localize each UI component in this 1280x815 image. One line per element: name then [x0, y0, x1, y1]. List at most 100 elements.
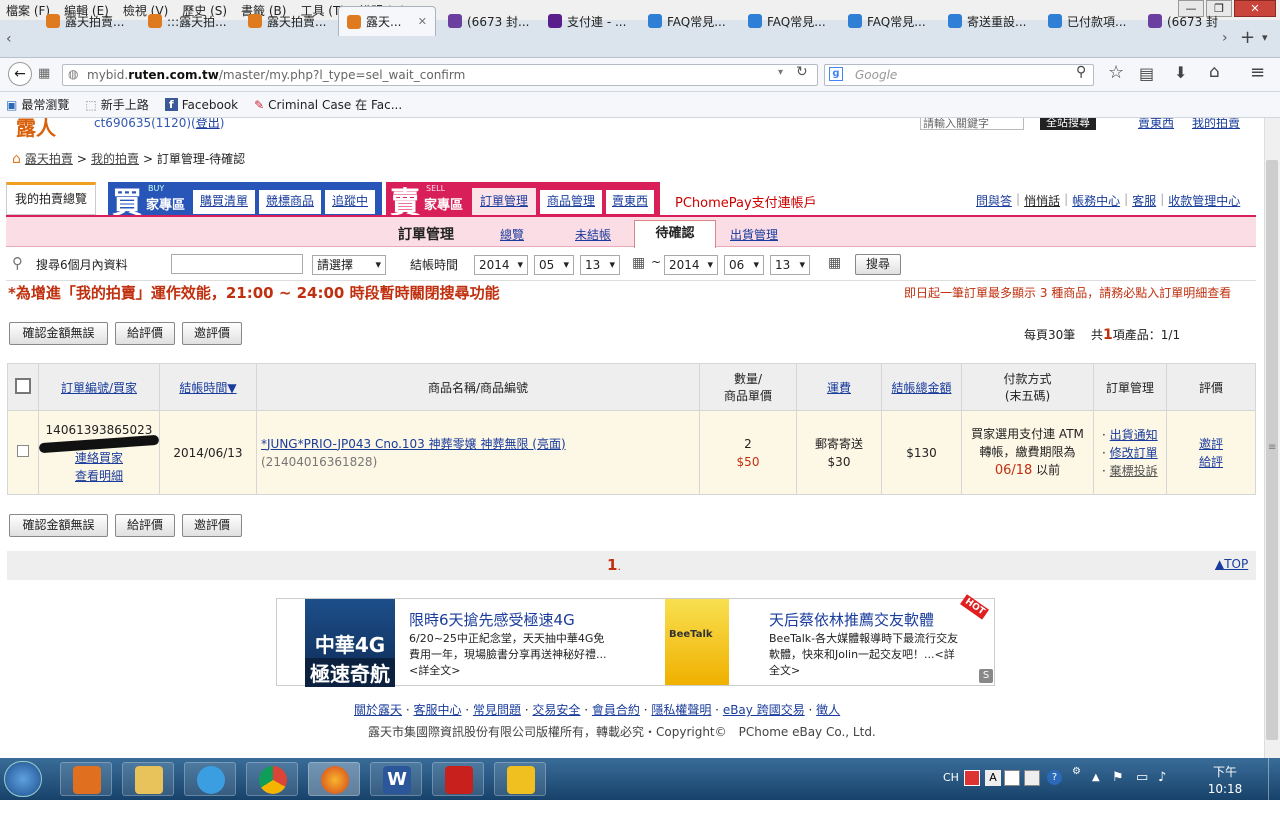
- subtab-unpaid[interactable]: 未結帳: [575, 226, 611, 243]
- help-icon[interactable]: ?: [1047, 770, 1062, 785]
- browser-tab[interactable]: 露天拍賣...: [240, 6, 332, 36]
- footer-privacy[interactable]: 隱私權聲明: [651, 703, 711, 717]
- subtab-pending-confirm[interactable]: 待確認: [634, 220, 716, 248]
- url-dropdown-icon[interactable]: ▾: [778, 67, 783, 78]
- footer-jobs[interactable]: 徵人: [816, 703, 840, 717]
- browser-tab[interactable]: (6673 封...: [440, 6, 536, 36]
- home-icon[interactable]: ⌂: [1209, 62, 1220, 82]
- bookmark-new-user[interactable]: ⬚ 新手上路: [85, 96, 148, 113]
- site-search-button[interactable]: 全站搜尋: [1040, 118, 1096, 130]
- tab-product-management[interactable]: 商品管理: [540, 190, 602, 214]
- qa-link[interactable]: 問與答: [976, 192, 1012, 209]
- col-order-buyer[interactable]: 訂單編號/買家: [38, 363, 160, 411]
- reading-list-icon[interactable]: ▤: [1139, 64, 1154, 83]
- col-checkout-time[interactable]: 結帳時間▼: [159, 363, 257, 411]
- browser-tab[interactable]: 支付連 - ...: [540, 6, 636, 36]
- taskbar-ie[interactable]: [184, 762, 236, 796]
- subtab-overview[interactable]: 總覽: [500, 226, 524, 243]
- footer-faq[interactable]: 常見問題: [473, 703, 521, 717]
- footer-ebay[interactable]: eBay 跨國交易: [723, 703, 805, 717]
- give-rating-button[interactable]: 給評價: [115, 322, 175, 345]
- product-link[interactable]: *JUNG*PRIO-JP043 Cno.103 神葬零嬢 神葬無限 (亮面): [261, 437, 566, 451]
- invite-rating-button[interactable]: 邀評價: [182, 322, 242, 345]
- ship-notice-link[interactable]: 出貨通知: [1110, 428, 1158, 442]
- footer-terms[interactable]: 會員合約: [592, 703, 640, 717]
- bookmark-most-visited[interactable]: ▣ 最常瀏覽: [6, 96, 69, 113]
- google-icon[interactable]: g: [829, 67, 843, 81]
- calendar-icon[interactable]: ▦: [828, 255, 841, 271]
- pchome-pay-link[interactable]: PChomePay支付連帳戶: [675, 192, 817, 211]
- footer-service[interactable]: 客服中心: [413, 703, 461, 717]
- tab-list-icon[interactable]: ▾: [1262, 31, 1268, 44]
- tray-expand-icon[interactable]: ▲: [1092, 772, 1100, 783]
- tab-sell-item[interactable]: 賣東西: [606, 190, 654, 214]
- browser-tab[interactable]: 寄送重設...: [940, 6, 1036, 36]
- close-window-button[interactable]: ✕: [1234, 0, 1276, 17]
- abandon-complaint-link[interactable]: 棄標投訴: [1110, 464, 1158, 478]
- tab-tracking[interactable]: 追蹤中: [325, 190, 375, 214]
- taskbar-firefox[interactable]: [308, 762, 360, 796]
- browser-tab[interactable]: FAQ常見...: [840, 6, 936, 36]
- sell-link[interactable]: 賣東西: [1138, 118, 1174, 131]
- browser-tab[interactable]: 露天... ✕: [338, 6, 436, 36]
- site-search-input[interactable]: 請輸入關鍵字: [920, 118, 1024, 130]
- taskbar-ruten-app[interactable]: [494, 762, 546, 796]
- account-center-link[interactable]: 帳務中心: [1072, 192, 1120, 209]
- confirm-amount-button[interactable]: 確認金額無誤: [9, 322, 108, 345]
- taskbar-clock[interactable]: 下午 10:18 2014/6/13: [1194, 764, 1256, 815]
- tab-order-management[interactable]: 訂單管理: [472, 188, 536, 215]
- whisper-link[interactable]: 悄悄話: [1024, 192, 1060, 209]
- back-button[interactable]: ←: [8, 62, 32, 86]
- col-shipping[interactable]: 運費: [796, 363, 882, 411]
- close-tab-icon[interactable]: ✕: [418, 15, 427, 28]
- ad2-title[interactable]: 天后蔡依林推薦交友軟體: [769, 609, 934, 630]
- tab-bidding[interactable]: 競標商品: [259, 190, 321, 214]
- browser-tab[interactable]: FAQ常見...: [640, 6, 734, 36]
- footer-about[interactable]: 關於露天: [354, 703, 402, 717]
- bookmark-star-icon[interactable]: ☆: [1108, 62, 1124, 83]
- invite-rating-button-bottom[interactable]: 邀評價: [182, 514, 242, 537]
- from-month-select[interactable]: 05: [534, 255, 574, 275]
- calendar-icon[interactable]: ▦: [632, 255, 645, 271]
- browser-tab[interactable]: FAQ常見...: [740, 6, 836, 36]
- input-language[interactable]: CH: [943, 771, 959, 784]
- volume-icon[interactable]: ♪: [1158, 770, 1166, 785]
- new-tab-icon[interactable]: +: [1240, 27, 1255, 48]
- search-input[interactable]: Google: [824, 64, 1094, 86]
- search-button[interactable]: 搜尋: [855, 254, 901, 275]
- download-icon[interactable]: ⬇: [1174, 63, 1187, 82]
- ime-width-icon[interactable]: [1004, 770, 1020, 786]
- browser-tab[interactable]: (6673 封: [1140, 6, 1220, 36]
- my-bid-link[interactable]: 我的拍賣: [1192, 118, 1240, 131]
- browser-tab[interactable]: :::露天拍...: [140, 6, 234, 36]
- give-rating-button-bottom[interactable]: 給評價: [115, 514, 175, 537]
- windows-start-icon[interactable]: [4, 761, 42, 797]
- show-desktop-button[interactable]: [1268, 758, 1280, 800]
- ime-mode-icon[interactable]: A: [985, 770, 1001, 786]
- give-rating-link[interactable]: 給評: [1199, 455, 1223, 469]
- taskbar-explorer[interactable]: [122, 762, 174, 796]
- keyword-input[interactable]: [171, 254, 303, 274]
- taskbar-media-player[interactable]: [60, 762, 112, 796]
- from-year-select[interactable]: 2014: [474, 255, 528, 275]
- bookmark-facebook[interactable]: f Facebook: [164, 98, 238, 112]
- breadcrumb-home[interactable]: 露天拍賣: [25, 150, 73, 167]
- tab-scroll-right-icon[interactable]: ›: [1222, 30, 1228, 46]
- contact-buyer-link[interactable]: 連絡買家: [75, 451, 123, 465]
- row-checkbox[interactable]: [17, 445, 29, 457]
- action-center-flag-icon[interactable]: ⚑: [1112, 770, 1124, 785]
- browser-tab[interactable]: 已付款項...: [1040, 6, 1136, 36]
- edit-order-link[interactable]: 修改訂單: [1110, 446, 1158, 460]
- ime-keyboard-icon[interactable]: [1024, 770, 1040, 786]
- overview-tab[interactable]: 我的拍賣總覽: [6, 182, 96, 215]
- breadcrumb-mybid[interactable]: 我的拍賣: [91, 150, 139, 167]
- tab-scroll-left-icon[interactable]: ‹: [6, 31, 12, 47]
- view-details-link[interactable]: 查看明細: [75, 469, 123, 483]
- taskbar-chrome[interactable]: [246, 762, 298, 796]
- ad-scroll-icon[interactable]: S: [979, 669, 993, 683]
- from-day-select[interactable]: 13: [580, 255, 620, 275]
- payment-center-link[interactable]: 收款管理中心: [1168, 192, 1240, 209]
- invite-rating-link[interactable]: 邀評: [1199, 437, 1223, 451]
- search-magnifier-icon[interactable]: ⚲: [1076, 64, 1086, 80]
- customer-service-link[interactable]: 客服: [1132, 192, 1156, 209]
